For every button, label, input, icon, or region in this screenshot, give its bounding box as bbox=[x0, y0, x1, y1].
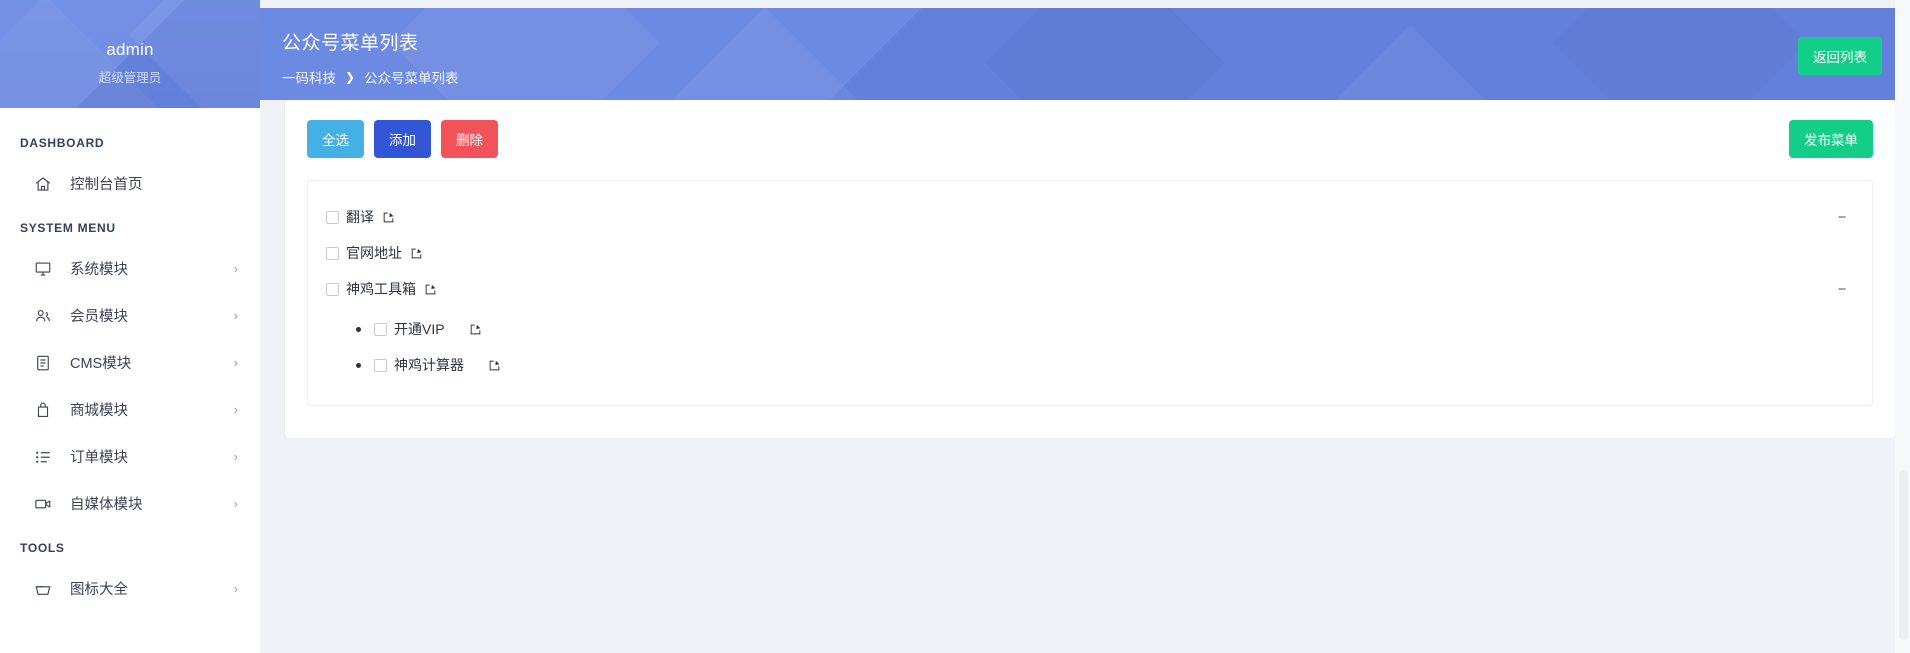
chevron-right-icon: › bbox=[233, 581, 238, 596]
action-toolbar: 全选 添加 删除 发布菜单 bbox=[285, 100, 1895, 158]
sidebar-item-dashboard[interactable]: 控制台首页 bbox=[0, 160, 260, 207]
return-to-list-button[interactable]: 返回列表 bbox=[1798, 37, 1882, 75]
nav-heading-tools: TOOLS bbox=[20, 541, 65, 555]
app-root: admin 超级管理员 DASHBOARD 控制台首页 SYSTEM MENU bbox=[0, 0, 1910, 653]
edit-icon[interactable] bbox=[469, 323, 482, 336]
page-title: 公众号菜单列表 bbox=[282, 33, 419, 54]
sidebar-item-member[interactable]: 会员模块 › bbox=[0, 292, 260, 339]
chevron-right-icon: › bbox=[233, 261, 238, 276]
chevron-right-icon: ❯ bbox=[345, 70, 356, 84]
sidebar-item-shop[interactable]: 商城模块 › bbox=[0, 386, 260, 433]
basket-icon bbox=[32, 578, 54, 600]
breadcrumb-root[interactable]: 一码科技 bbox=[282, 67, 336, 87]
list-icon bbox=[32, 446, 54, 468]
breadcrumb-current: 公众号菜单列表 bbox=[364, 71, 459, 86]
page-background bbox=[260, 438, 1910, 653]
submenu-item-label: 开通VIP bbox=[394, 321, 445, 337]
chevron-right-icon: › bbox=[233, 496, 238, 511]
sidebar-item-media[interactable]: 自媒体模块 › bbox=[0, 480, 260, 527]
add-button[interactable]: 添加 bbox=[374, 120, 431, 158]
page-header: 公众号菜单列表 一码科技 ❯ 公众号菜单列表 返回列表 bbox=[260, 8, 1910, 100]
profile-username: admin bbox=[106, 40, 154, 59]
sidebar-item-label: 会员模块 bbox=[70, 309, 128, 325]
sidebar-item-icons[interactable]: 图标大全 › bbox=[0, 565, 260, 612]
sidebar-item-label: 商城模块 bbox=[70, 403, 128, 419]
menu-item-label: 神鸡工具箱 bbox=[346, 281, 416, 297]
chevron-right-icon: › bbox=[233, 449, 238, 464]
sidebar-item-label: CMS模块 bbox=[70, 356, 132, 372]
menu-item-row: 官网地址 bbox=[326, 235, 1854, 271]
sidebar-profile: admin 超级管理员 bbox=[0, 0, 260, 108]
menu-item-label: 翻译 bbox=[346, 209, 374, 225]
breadcrumb: 一码科技 ❯ 公众号菜单列表 bbox=[260, 55, 1910, 87]
submenu-item-checkbox[interactable] bbox=[374, 322, 387, 336]
submenu-list: 开通VIP 神鸡计算器 bbox=[326, 311, 1854, 383]
collapse-toggle[interactable]: − bbox=[1834, 209, 1850, 225]
sidebar-item-label: 自媒体模块 bbox=[70, 497, 143, 513]
page-scrollbar[interactable] bbox=[1895, 0, 1910, 653]
delete-button[interactable]: 删除 bbox=[441, 120, 498, 158]
bullet-icon bbox=[356, 362, 361, 368]
sidebar-item-system[interactable]: 系统模块 › bbox=[0, 245, 260, 292]
publish-menu-button[interactable]: 发布菜单 bbox=[1789, 120, 1873, 158]
bullet-icon bbox=[356, 326, 361, 332]
sidebar-item-cms[interactable]: CMS模块 › bbox=[0, 339, 260, 386]
nav-heading-dashboard: DASHBOARD bbox=[20, 136, 105, 150]
chevron-right-icon: › bbox=[233, 402, 238, 417]
sidebar-item-label: 控制台首页 bbox=[70, 177, 143, 193]
sidebar: admin 超级管理员 DASHBOARD 控制台首页 SYSTEM MENU bbox=[0, 0, 260, 653]
sidebar-item-label: 订单模块 bbox=[70, 450, 128, 466]
chevron-right-icon: › bbox=[233, 308, 238, 323]
menu-item-checkbox[interactable] bbox=[326, 246, 339, 260]
menu-item-row: 神鸡工具箱 − bbox=[326, 271, 1854, 307]
edit-icon[interactable] bbox=[424, 283, 437, 296]
menu-item-label: 官网地址 bbox=[346, 245, 402, 261]
submenu-item-label: 神鸡计算器 bbox=[394, 357, 464, 373]
home-icon bbox=[32, 173, 54, 195]
edit-icon[interactable] bbox=[410, 247, 423, 260]
menu-item-checkbox[interactable] bbox=[326, 282, 339, 296]
submenu-item-row: 开通VIP bbox=[356, 311, 1854, 347]
users-icon bbox=[32, 305, 54, 327]
profile-role: 超级管理员 bbox=[98, 71, 162, 85]
edit-icon[interactable] bbox=[488, 359, 501, 372]
bag-icon bbox=[32, 399, 54, 421]
chevron-right-icon: › bbox=[233, 355, 238, 370]
edit-icon[interactable] bbox=[382, 211, 395, 224]
video-icon bbox=[32, 493, 54, 515]
select-all-button[interactable]: 全选 bbox=[307, 120, 364, 158]
submenu-item-row: 神鸡计算器 bbox=[356, 347, 1854, 383]
sidebar-item-label: 图标大全 bbox=[70, 582, 128, 598]
scrollbar-thumb[interactable] bbox=[1899, 470, 1908, 640]
menu-item-row: 翻译 − bbox=[326, 199, 1854, 235]
submenu-item-checkbox[interactable] bbox=[374, 358, 387, 372]
sidebar-item-label: 系统模块 bbox=[70, 262, 128, 278]
document-icon bbox=[32, 352, 54, 374]
nav-heading-system-menu: SYSTEM MENU bbox=[20, 221, 116, 235]
collapse-toggle[interactable]: − bbox=[1834, 281, 1850, 297]
sidebar-item-order[interactable]: 订单模块 › bbox=[0, 433, 260, 480]
menu-list-card: 翻译 − 官网地址 神鸡工具箱 − 开通VIP 神鸡计算器 bbox=[307, 180, 1873, 406]
sidebar-nav: DASHBOARD 控制台首页 SYSTEM MENU 系统模块 › 会员模块 … bbox=[0, 108, 260, 612]
menu-item-checkbox[interactable] bbox=[326, 210, 339, 224]
monitor-icon bbox=[32, 258, 54, 280]
content-panel: 全选 添加 删除 发布菜单 翻译 − 官网地址 神鸡工具箱 − 开通VIP 神鸡… bbox=[285, 100, 1895, 438]
